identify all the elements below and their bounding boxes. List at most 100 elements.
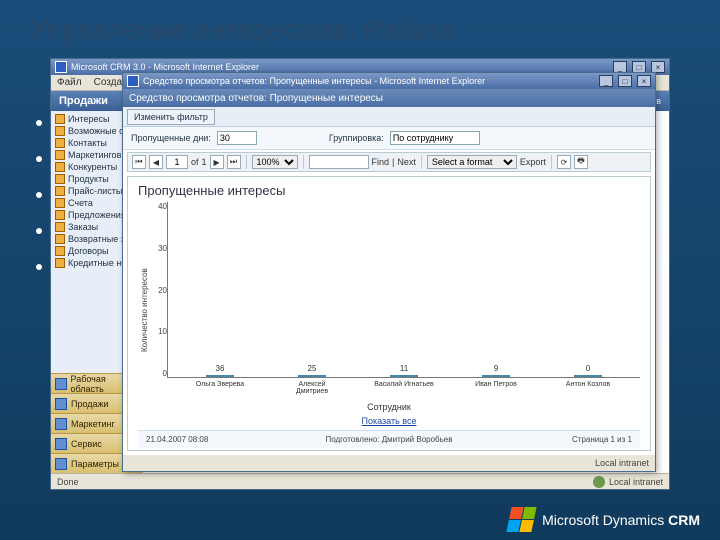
format-select[interactable]: Select a format: [427, 155, 517, 169]
report-viewer-window: Средство просмотра отчетов: Пропущенные …: [122, 72, 656, 472]
tree-label: Контакты: [68, 138, 107, 148]
x-tick-label: Иван Петров: [466, 381, 526, 395]
ie-icon: [55, 61, 67, 73]
export-link[interactable]: Export: [520, 157, 546, 167]
bar: 9: [476, 364, 516, 377]
report-filters: Пропущенные дни: Группировка:: [123, 127, 655, 150]
report-header: Средство просмотра отчетов: Пропущенные …: [123, 89, 655, 107]
nav-label: Маркетинг: [71, 419, 115, 429]
report-header-title: Средство просмотра отчетов: Пропущенные …: [129, 93, 383, 104]
folder-icon: [55, 198, 65, 208]
tree-label: Счета: [68, 198, 93, 208]
folder-icon: [55, 174, 65, 184]
footer-date: 21.04.2007 08:08: [146, 435, 308, 444]
next-page-button[interactable]: ▶: [210, 155, 224, 169]
tree-label: Предложения: [68, 210, 126, 220]
x-tick-label: Антон Козлов: [558, 381, 618, 395]
maximize-button[interactable]: □: [618, 75, 632, 87]
filter-group-input[interactable]: [390, 131, 480, 145]
chart-plot: 36251190Ольга ЗвереваАлексей ДмитриевВас…: [167, 202, 640, 378]
find-input[interactable]: [309, 155, 369, 169]
outer-window-title: Microsoft CRM 3.0 - Microsoft Internet E…: [71, 62, 259, 72]
first-page-button[interactable]: ⏮: [132, 155, 146, 169]
bar-rect: [482, 375, 510, 377]
menu-file[interactable]: Файл: [57, 77, 82, 88]
inner-window-title: Средство просмотра отчетов: Пропущенные …: [143, 76, 485, 86]
show-all-link[interactable]: Показать все: [362, 416, 417, 426]
footer-page: Страница 1 из 1: [470, 435, 632, 444]
footer-user: Подготовлено: Дмитрий Воробьев: [308, 435, 470, 444]
folder-icon: [55, 114, 65, 124]
find-link[interactable]: Find: [372, 157, 390, 167]
x-tick-label: Василий Игнатьев: [374, 381, 434, 395]
outer-statusbar: Done Local intranet: [51, 473, 669, 489]
zone-icon: [593, 476, 605, 488]
tree-label: Интересы: [68, 114, 109, 124]
viewer-toolbar: ⏮ ◀ of 1 ▶ ⏭ 100% Find | Next Select a f…: [127, 152, 651, 172]
folder-icon: [55, 186, 65, 196]
refresh-button[interactable]: ⟳: [557, 155, 571, 169]
page-total: 1: [202, 157, 207, 167]
minimize-button[interactable]: _: [599, 75, 613, 87]
zoom-select[interactable]: 100%: [252, 155, 298, 169]
tree-label: Договоры: [68, 246, 108, 256]
last-page-button[interactable]: ⏭: [227, 155, 241, 169]
bar-value: 36: [216, 364, 225, 373]
inner-status-zone: Local intranet: [595, 458, 649, 468]
report-title: Пропущенные интересы: [138, 183, 640, 198]
tree-label: Конкуренты: [68, 162, 117, 172]
x-axis-label: Сотрудник: [138, 402, 640, 412]
tree-label: Прайс-листы: [68, 186, 122, 196]
edit-filter-button[interactable]: Изменить фильтр: [127, 109, 215, 125]
workspace-icon: [55, 378, 67, 390]
folder-icon: [55, 234, 65, 244]
bar-rect: [298, 375, 326, 377]
page-of-label: of: [191, 157, 199, 167]
marketing-icon: [55, 418, 67, 430]
y-ticks: 40 30 20 10 0: [149, 202, 167, 398]
inner-titlebar: Средство просмотра отчетов: Пропущенные …: [123, 73, 655, 89]
inner-statusbar: Local intranet: [123, 455, 655, 471]
report-toolbar: Изменить фильтр: [123, 107, 655, 127]
slide-title: Управление интересами. Работа: [30, 14, 456, 46]
gear-icon: [55, 458, 67, 470]
bar: 25: [292, 364, 332, 377]
folder-icon: [55, 138, 65, 148]
bar-rect: [206, 375, 234, 377]
x-tick-label: Алексей Дмитриев: [282, 381, 342, 395]
show-all-row: Показать все: [138, 416, 640, 426]
folder-icon: [55, 246, 65, 256]
bar-value: 9: [494, 364, 498, 373]
folder-icon: [55, 126, 65, 136]
report-footer: 21.04.2007 08:08 Подготовлено: Дмитрий В…: [138, 430, 640, 448]
nav-label: Параметры: [71, 459, 119, 469]
next-link[interactable]: Next: [397, 157, 416, 167]
folder-icon: [55, 222, 65, 232]
filter-days-input[interactable]: [217, 131, 257, 145]
print-button[interactable]: 🖶: [574, 155, 588, 169]
chart: Количество интересов 40 30 20 10 0 36 25 1…: [138, 202, 640, 398]
x-tick-label: Ольга Зверева: [190, 381, 250, 395]
ie-icon: [127, 75, 139, 87]
microsoft-logo-icon: [506, 507, 536, 532]
page-current-input[interactable]: [166, 155, 188, 169]
nav-label: Сервис: [71, 439, 102, 449]
close-button[interactable]: ×: [637, 75, 651, 87]
tree-label: Заказы: [68, 222, 98, 232]
filter-group-label: Группировка:: [329, 133, 384, 143]
bar: 11: [384, 364, 424, 377]
prev-page-button[interactable]: ◀: [149, 155, 163, 169]
bar-rect: [390, 375, 418, 377]
bar-rect: [574, 375, 602, 377]
brand: Microsoft Dynamics CRM: [509, 507, 700, 532]
status-done: Done: [57, 477, 79, 487]
folder-icon: [55, 150, 65, 160]
nav-label: Продажи: [71, 399, 109, 409]
brand-text: Microsoft Dynamics CRM: [542, 512, 700, 528]
report-body: Пропущенные интересы Количество интересо…: [127, 176, 651, 451]
bar: 36: [200, 364, 240, 377]
service-icon: [55, 438, 67, 450]
sales-icon: [55, 398, 67, 410]
y-axis-label: Количество интересов: [138, 202, 149, 398]
bar-value: 0: [586, 364, 590, 373]
